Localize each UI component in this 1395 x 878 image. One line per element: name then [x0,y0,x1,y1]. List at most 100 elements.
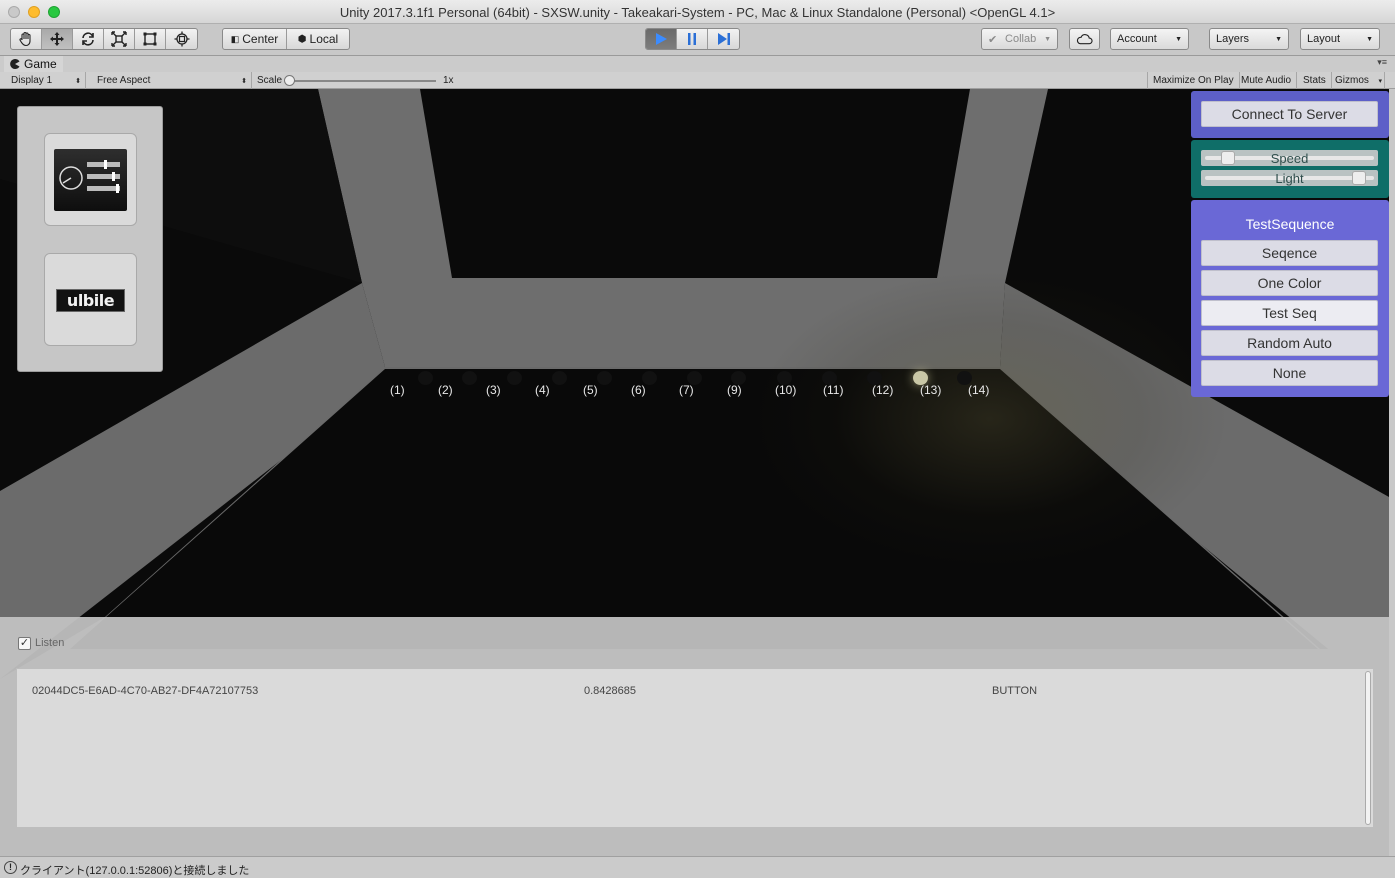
display-select[interactable]: Display 1 ⬍ [6,72,86,89]
light-node-label: (12) [872,383,894,397]
scale-label: Scale [257,75,283,86]
random-auto-button[interactable]: Random Auto [1201,330,1378,356]
light-node-label: (1) [390,383,405,397]
game-view-toolbar: Display 1 ⬍ Free Aspect ⬍ Scale 1x Maxim… [0,72,1395,89]
chevron-down-icon: ▼ [1366,35,1373,43]
layout-label: Layout [1307,33,1341,45]
layers-label: Layers [1216,33,1250,45]
chevron-down-icon: ▼ [1175,35,1182,43]
status-bar: ! クライアント(127.0.0.1:52806)と接続しました [0,856,1395,878]
light-slider-thumb[interactable] [1352,171,1367,185]
light-node-label: (6) [631,383,646,397]
listen-checkbox[interactable]: ✓ [18,637,31,650]
light-node-label: (7) [679,383,694,397]
info-icon: ! [4,861,17,874]
light-node-label: (14) [968,383,990,397]
scale-icon[interactable] [104,29,135,49]
updown-arrows-icon: ⬍ [75,77,81,85]
pivot-local-button[interactable]: ⬢ Local [287,29,349,49]
log-scrollbar[interactable] [1365,671,1371,825]
step-icon[interactable] [708,29,739,49]
light-node-label: (2) [438,383,453,397]
scale-slider-thumb[interactable] [284,75,295,86]
tab-menu-icon[interactable]: ▾≡ [1377,57,1387,68]
pivot-center-button[interactable]: ◧ Center [223,29,287,49]
seqence-button[interactable]: Seqence [1201,240,1378,266]
light-slider[interactable]: Light [1201,170,1378,186]
transform-icon[interactable] [166,29,197,49]
account-label: Account [1117,33,1157,45]
light-node-label: (4) [535,383,550,397]
aspect-value: Free Aspect [97,75,151,86]
account-dropdown[interactable]: Account ▼ [1110,28,1189,50]
transform-tools [10,28,198,50]
chevron-down-icon: ▼ [1044,35,1051,43]
light-node-marker [418,371,433,385]
hand-icon[interactable] [11,29,42,49]
connect-to-server-button[interactable]: Connect To Server [1201,101,1378,127]
slider-panel: Speed Light [1191,140,1389,198]
light-node-label: (10) [775,383,797,397]
one-color-button[interactable]: One Color [1201,270,1378,296]
play-icon[interactable] [646,29,677,49]
left-ui-panel: ulbile [17,106,163,372]
light-node-label: (5) [583,383,598,397]
gizmos-dropdown[interactable]: Gizmos ▾ [1330,72,1385,89]
log-row-type: BUTTON [992,685,1038,697]
layout-dropdown[interactable]: Layout ▼ [1300,28,1380,50]
test-seq-button[interactable]: Test Seq [1201,300,1378,326]
light-node-label: (9) [727,383,742,397]
pivot-center-icon: ◧ [230,33,240,44]
light-node-marker [552,371,567,385]
light-node-marker [597,371,612,385]
log-row-id: 02044DC5-E6AD-4C70-AB27-DF4A72107753 [32,685,259,697]
gizmos-label: Gizmos [1335,75,1369,86]
light-label: Light [1275,170,1304,186]
mute-audio-toggle[interactable]: Mute Audio [1236,72,1298,89]
stats-toggle[interactable]: Stats [1298,72,1332,89]
none-button[interactable]: None [1201,360,1378,386]
scale-slider-track[interactable] [290,80,436,82]
sequence-title: TestSequence [1245,216,1335,232]
light-node-label: (3) [486,383,501,397]
move-icon[interactable] [42,29,73,49]
speed-slider[interactable]: Speed [1201,150,1378,166]
game-tab-bar: Game ▾≡ [0,56,1395,72]
light-node-marker [462,371,477,385]
brand-logo: ulbile [56,289,125,312]
light-node-marker [507,371,522,385]
settings-panel-icon [54,149,127,211]
maximize-on-play-toggle[interactable]: Maximize On Play [1147,72,1240,89]
listen-panel: ✓ Listen 02044DC5-E6AD-4C70-AB27-DF4A721… [0,617,1389,856]
connect-panel: Connect To Server [1191,91,1389,138]
rect-icon[interactable] [135,29,166,49]
main-toolbar: ◧ Center ⬢ Local ✔ Collab ▼ Account ▼ La… [0,24,1395,56]
window-title-bar: Unity 2017.3.1f1 Personal (64bit) - SXSW… [0,0,1395,24]
chevron-down-icon: ▾ [1378,77,1382,85]
speed-slider-thumb[interactable] [1220,151,1235,165]
local-cube-icon: ⬢ [297,33,307,45]
pause-icon[interactable] [677,29,708,49]
collab-check-icon: ✔ [988,33,998,46]
aspect-select[interactable]: Free Aspect ⬍ [92,72,252,89]
chevron-down-icon: ▼ [1275,35,1282,43]
settings-app-button[interactable] [44,133,137,226]
updown-arrows-icon: ⬍ [241,77,247,85]
collab-label: Collab [1005,33,1037,45]
tab-game[interactable]: Game [4,56,63,72]
pacman-icon [10,59,20,69]
log-row-value: 0.8428685 [584,685,636,697]
layers-dropdown[interactable]: Layers ▼ [1209,28,1289,50]
spot-light-glow [750,269,1230,569]
light-node-label: (13) [920,383,942,397]
collab-dropdown[interactable]: ✔ Collab ▼ [981,28,1058,50]
listen-label: Listen [35,637,65,649]
rotate-icon[interactable] [73,29,104,49]
viewport-edge [1389,89,1395,856]
log-list[interactable]: 02044DC5-E6AD-4C70-AB27-DF4A72107753 0.8… [16,668,1374,828]
window-title: Unity 2017.3.1f1 Personal (64bit) - SXSW… [339,5,1056,20]
brand-app-button[interactable]: ulbile [44,253,137,346]
cloud-button[interactable] [1069,28,1100,50]
tab-game-label: Game [24,57,57,71]
pivot-toggles: ◧ Center ⬢ Local [222,28,350,50]
